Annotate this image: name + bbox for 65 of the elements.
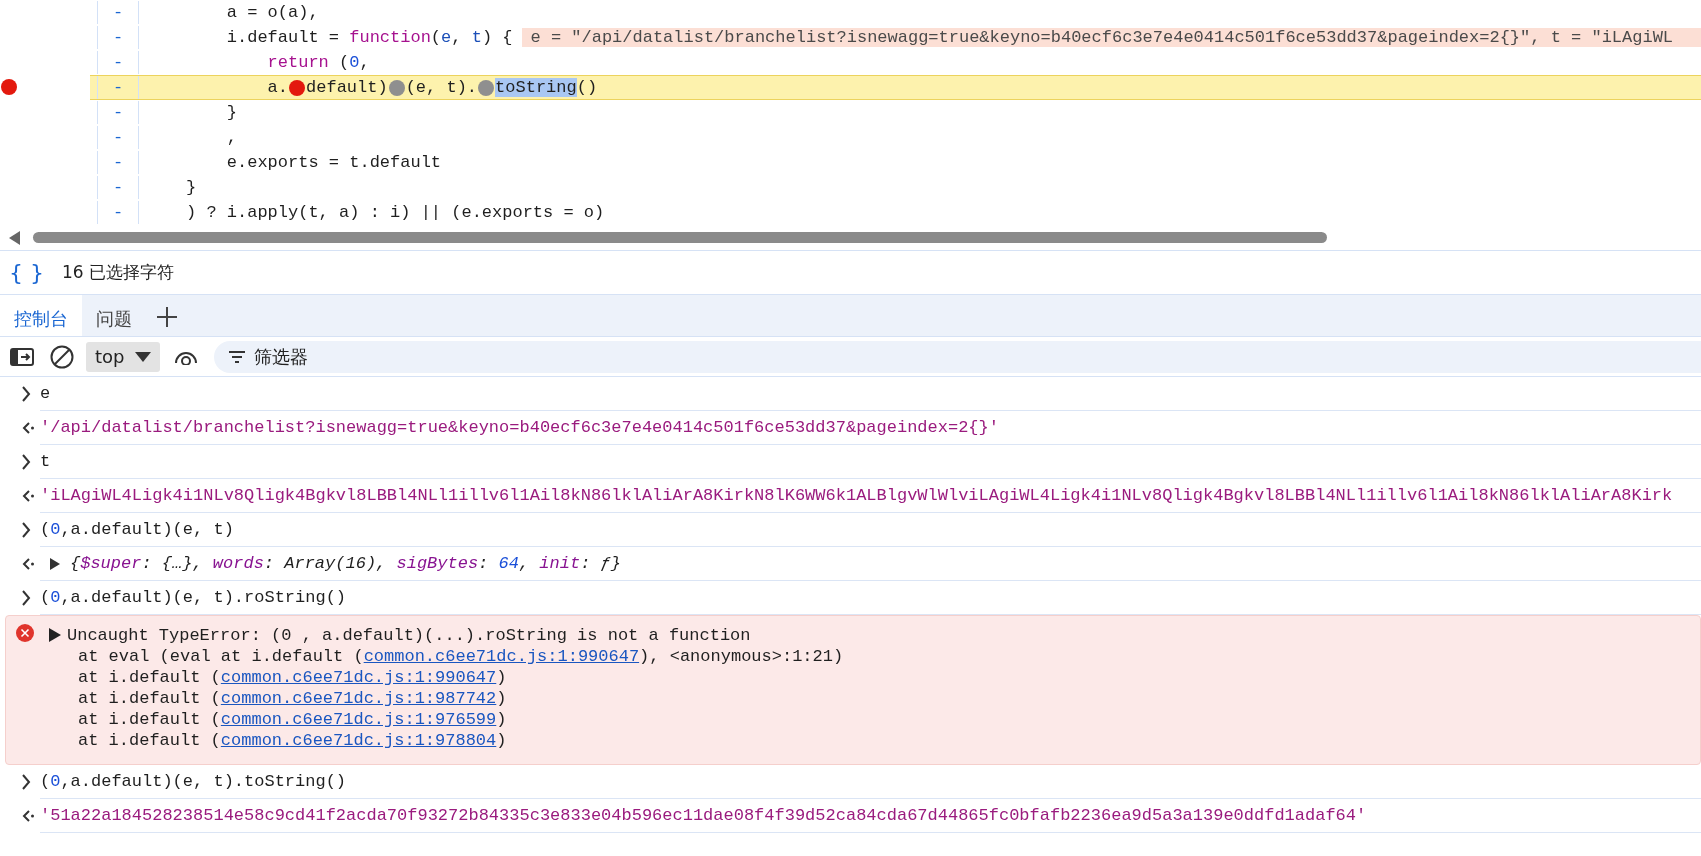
prompt-chevron-icon xyxy=(21,521,31,538)
result-text: 'iLAgiWL4Ligk4i1NLv8Qligk4Bgkvl8LBBl4NLl1illv6l1Ail8kN86lklAliArA8KirkN8lK6WW6k1ALBlgvWlWlviLAgiWL4Ligk4i1NLv8Qligk4Bgkvl8LBBl4NLl1illv6l1Ail8kN86lklAliArA8Kirk xyxy=(40,486,1673,505)
result-arrow-icon xyxy=(21,556,35,571)
result-arrow-icon xyxy=(21,420,35,435)
panel-tab[interactable]: 控制台 xyxy=(0,295,82,336)
code-line: a. default) (e, t). toString() xyxy=(266,78,598,97)
scrollbar-thumb[interactable] xyxy=(33,232,1327,243)
result-text: '/api/datalist/branchelist?isnewagg=true&keyno=b40ecf6c3e7e4e0414c501f6ce53dd37&pageindex=2{}' xyxy=(40,418,999,437)
prompt-chevron-icon xyxy=(21,589,31,606)
filter-field[interactable]: 筛选器 xyxy=(213,340,1701,373)
code-line: a = o(a), xyxy=(225,3,319,22)
sidebar-toggle-icon[interactable] xyxy=(10,346,34,367)
command-text: (0,a.default)(e, t).toString() xyxy=(40,772,347,791)
pretty-print-icon[interactable]: { } xyxy=(9,260,44,285)
line-marker: - xyxy=(112,203,125,222)
code-line: ) ? i.apply(t, a) : i) || (e.exports = o) xyxy=(186,203,605,222)
command-text: t xyxy=(40,452,51,471)
scroll-left-icon[interactable] xyxy=(9,230,21,245)
prompt-chevron-icon xyxy=(21,773,31,790)
error-text: Uncaught TypeError: (0 , a.default)(...).roString is not a function xyxy=(67,625,751,645)
object-preview: {$super: {…}, words: Array(16), sigBytes: 64, init: ƒ} xyxy=(70,554,621,573)
command-text: e xyxy=(40,384,51,403)
code-line: } xyxy=(225,103,237,122)
result-arrow-icon xyxy=(21,808,35,823)
line-marker: - xyxy=(112,53,125,72)
code-line: } xyxy=(186,178,197,197)
line-marker: - xyxy=(112,178,125,197)
expand-triangle-icon[interactable] xyxy=(50,557,60,570)
breakpoint-icon[interactable] xyxy=(1,79,17,95)
source-link[interactable]: common.c6ee71dc.js:1:987742 xyxy=(220,689,497,708)
command-text: (0,a.default)(e, t).roString() xyxy=(40,588,347,607)
clear-icon[interactable] xyxy=(50,344,74,369)
error-icon xyxy=(16,624,34,642)
line-marker: - xyxy=(112,28,125,47)
code-line: e.exports = t.default xyxy=(225,153,442,172)
line-marker: - xyxy=(112,153,125,172)
code-line: , xyxy=(225,128,237,147)
stack-frame: at i.default (common.c6ee71dc.js:1:978804) xyxy=(49,730,844,751)
stack-frame: at i.default (common.c6ee71dc.js:1:990647) xyxy=(49,667,844,688)
panel-tab[interactable]: 问题 xyxy=(82,295,146,336)
prompt-chevron-icon xyxy=(21,385,31,402)
selection-status: 16 已选择字符 xyxy=(62,261,175,284)
code-line: return (0, xyxy=(266,53,370,72)
context-dropdown[interactable]: top xyxy=(86,341,160,372)
source-link[interactable]: common.c6ee71dc.js:1:990647 xyxy=(363,647,640,666)
line-marker: - xyxy=(112,78,125,97)
add-tab-icon[interactable] xyxy=(156,305,178,328)
source-link[interactable]: common.c6ee71dc.js:1:990647 xyxy=(220,668,497,687)
stack-frame: at i.default (common.c6ee71dc.js:1:987742) xyxy=(49,688,844,709)
command-text: (0,a.default)(e, t) xyxy=(40,520,234,539)
result-text: '51a22a184528238514e58c9cd41f2acda70f93272b84335c3e833e04b596ec11dae08f4f39d52ca84cda67d44865fc0bfafb2236ea9d5a3a139e0ddfd1adaf64' xyxy=(40,806,1367,825)
line-marker: - xyxy=(112,3,125,22)
caret-icon xyxy=(134,350,151,363)
result-arrow-icon xyxy=(21,488,35,503)
source-link[interactable]: common.c6ee71dc.js:1:978804 xyxy=(220,731,497,750)
expand-triangle-icon[interactable] xyxy=(49,628,61,642)
stack-frame: at eval (eval at i.default (common.c6ee71dc.js:1:990647), <anonymous>:1:21) xyxy=(49,646,844,667)
code-line: i.default = function(e, t) { xyxy=(225,28,513,47)
inline-value-hint: e = "/api/datalist/branchelist?isnewagg=true&keyno=b40ecf6c3e7e4e0414c501f6ce53dd37&pageindex=2{}", t = "iLAgiWL xyxy=(522,28,1701,47)
filter-icon xyxy=(227,349,246,364)
source-link[interactable]: common.c6ee71dc.js:1:976599 xyxy=(220,710,497,729)
prompt-chevron-icon xyxy=(21,453,31,470)
line-marker: - xyxy=(112,128,125,147)
stack-frame: at i.default (common.c6ee71dc.js:1:976599) xyxy=(49,709,844,730)
line-marker: - xyxy=(112,103,125,122)
